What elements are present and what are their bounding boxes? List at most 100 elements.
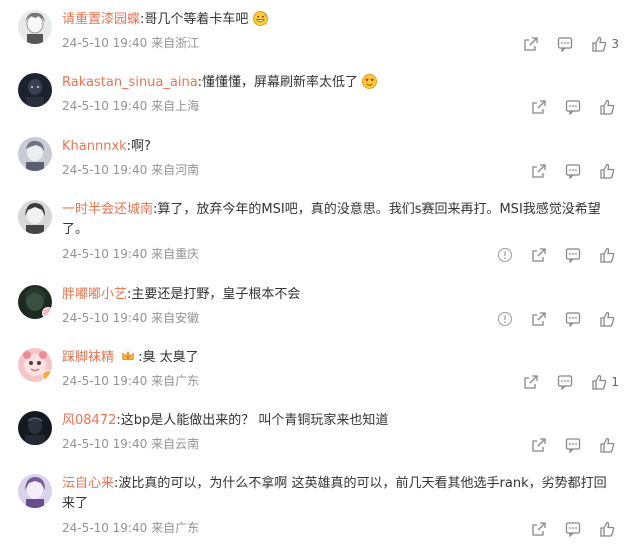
comment-meta: 24-5-10 19:40 来自河南 — [62, 161, 199, 178]
comment-icon[interactable] — [565, 99, 581, 115]
comment-location: 来自重庆 — [151, 247, 200, 261]
comment-location: 来自河南 — [151, 163, 200, 177]
like-button[interactable]: 3 — [573, 36, 623, 52]
thumbs-up-icon — [591, 374, 607, 390]
comment-text-continued: 来了 — [62, 496, 89, 511]
comment-body: 踩脚袜精 :臭 太臭了 — [62, 348, 622, 368]
avatar[interactable] — [18, 474, 52, 508]
comment-time: 24-5-10 19:40 — [62, 36, 148, 50]
username-link[interactable]: 请重置漆园蝶 — [62, 12, 140, 27]
crown-icon — [122, 350, 134, 360]
heart-eyes-emoji-icon — [362, 74, 378, 89]
comment-body: Rakastan_sinua_aina:懂懂懂，屏幕刷新率太低了 — [62, 73, 622, 93]
comment-text: :哥几个等着卡车吧 — [140, 12, 249, 27]
thumbs-up-icon — [591, 36, 607, 52]
comment-icon[interactable] — [565, 247, 581, 263]
comment-body: 胖嘟嘟小艺:主要还是打野，皇子根本不会 — [62, 285, 622, 305]
comment-body: Khannnxk:啊? — [62, 137, 622, 157]
comment-time: 24-5-10 19:40 — [62, 374, 148, 388]
username-link[interactable]: 胖嘟嘟小艺 — [62, 287, 127, 302]
comment-meta: 24-5-10 19:40 来自安徽 — [62, 309, 199, 326]
avatar[interactable] — [18, 137, 52, 171]
comment-icon[interactable] — [565, 163, 581, 179]
comment-icon[interactable] — [557, 36, 573, 52]
comment-icon[interactable] — [557, 374, 573, 390]
username-link[interactable]: Rakastan_sinua_aina — [62, 75, 198, 90]
report-icon[interactable] — [497, 247, 513, 263]
thumbs-up-icon — [599, 99, 615, 115]
share-icon[interactable] — [531, 99, 547, 115]
username-link[interactable]: 风08472 — [62, 413, 116, 428]
username-link[interactable]: 踩脚袜精 — [62, 350, 114, 365]
username-link[interactable]: 一时半会还城南 — [62, 202, 153, 217]
comment-meta: 24-5-10 19:40 来自浙江 — [62, 34, 199, 51]
avatar[interactable] — [18, 348, 52, 382]
comment-time: 24-5-10 19:40 — [62, 163, 148, 177]
avatar[interactable] — [18, 200, 52, 234]
comment-location: 来自浙江 — [151, 36, 200, 50]
comment-actions — [513, 519, 641, 539]
comment-text: :臭 太臭了 — [138, 350, 199, 365]
comment-time: 24-5-10 19:40 — [62, 311, 148, 325]
comment-actions — [513, 97, 641, 117]
like-button[interactable] — [581, 163, 623, 179]
comment-location: 来自安徽 — [151, 311, 200, 325]
share-icon[interactable] — [531, 521, 547, 537]
like-count: 3 — [611, 37, 619, 51]
comment-location: 来自云南 — [151, 437, 200, 451]
like-button[interactable] — [581, 247, 623, 263]
like-count: 1 — [611, 375, 619, 389]
comment-actions — [513, 161, 641, 181]
comment-body: 请重置漆园蝶:哥几个等着卡车吧 — [62, 10, 622, 30]
verified-badge-icon — [42, 307, 52, 319]
comment-actions — [479, 309, 641, 329]
comment-icon[interactable] — [565, 311, 581, 327]
comment-time: 24-5-10 19:40 — [62, 521, 148, 535]
like-button[interactable] — [581, 99, 623, 115]
share-icon[interactable] — [531, 163, 547, 179]
comment-meta: 24-5-10 19:40 来自重庆 — [62, 245, 199, 262]
comment-actions: 1 — [505, 372, 641, 392]
comment-text: :懂懂懂，屏幕刷新率太低了 — [197, 75, 359, 90]
comment-icon[interactable] — [565, 521, 581, 537]
thumbs-up-icon — [599, 247, 615, 263]
comment-icon[interactable] — [565, 437, 581, 453]
like-button[interactable]: 1 — [573, 374, 623, 390]
share-icon[interactable] — [523, 374, 539, 390]
comment-meta: 24-5-10 19:40 来自云南 — [62, 435, 199, 452]
comment-body: 一时半会还城南:算了，放弃今年的MSI吧，真的没意思。我们s赛回来再打。MSI我… — [62, 200, 622, 240]
comment-body: 沄自心来:波比真的可以，为什么不拿啊 这英雄真的可以，前几天看其他选手rank，… — [62, 474, 622, 514]
report-icon[interactable] — [497, 311, 513, 327]
thumbs-up-icon — [599, 437, 615, 453]
comment-text: :算了，放弃今年的MSI吧，真的没意思。我们s赛回来再打。MSI我感觉没希望 — [153, 202, 601, 217]
comment-list: 请重置漆园蝶:哥几个等着卡车吧 24-5-10 19:40 来自浙江 3 Rak… — [0, 0, 641, 551]
comment-actions — [479, 245, 641, 265]
comment-text: :波比真的可以，为什么不拿啊 这英雄真的可以，前几天看其他选手rank，劣势都打… — [114, 476, 607, 491]
comment-text-continued: 了。 — [62, 222, 89, 237]
grin-sweat-emoji-icon — [252, 11, 268, 26]
avatar[interactable] — [18, 285, 52, 319]
like-button[interactable] — [581, 521, 623, 537]
share-icon[interactable] — [531, 437, 547, 453]
comment-location: 来自广东 — [151, 521, 200, 535]
comment-location: 来自上海 — [151, 99, 200, 113]
comment-text: :主要还是打野，皇子根本不会 — [127, 287, 301, 302]
comment-time: 24-5-10 19:40 — [62, 437, 148, 451]
like-button[interactable] — [581, 437, 623, 453]
share-icon[interactable] — [531, 247, 547, 263]
comment-text: :啊? — [126, 139, 151, 154]
like-button[interactable] — [581, 311, 623, 327]
username-link[interactable]: 沄自心来 — [62, 476, 114, 491]
comment-text: :这bp是人能做出来的？ 叫个青铜玩家来也知道 — [116, 413, 389, 428]
avatar[interactable] — [18, 10, 52, 44]
username-link[interactable]: Khannnxk — [62, 139, 127, 154]
comment-actions — [513, 435, 641, 455]
comment-time: 24-5-10 19:40 — [62, 99, 148, 113]
comment-location: 来自广东 — [151, 374, 200, 388]
comment-meta: 24-5-10 19:40 来自广东 — [62, 519, 199, 536]
avatar[interactable] — [18, 73, 52, 107]
comment-actions: 3 — [505, 34, 641, 54]
share-icon[interactable] — [523, 36, 539, 52]
share-icon[interactable] — [531, 311, 547, 327]
avatar[interactable] — [18, 411, 52, 445]
